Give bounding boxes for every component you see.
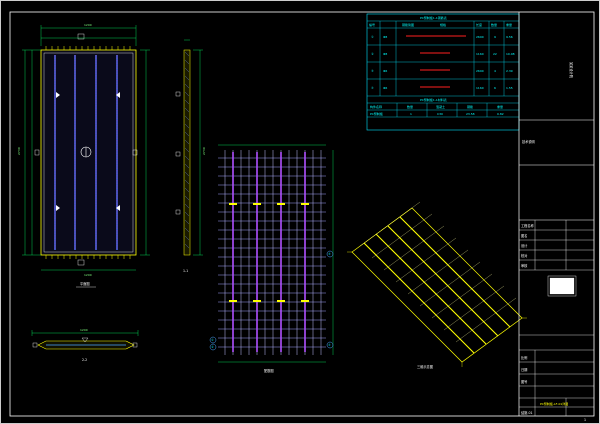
title-block-project-label: 工程名称 [521, 223, 535, 228]
plan-dim-left: 2730 [17, 147, 21, 155]
table-row-1-wt: 9.56 [506, 35, 513, 39]
table-row-1-id: ① [371, 35, 374, 39]
table-row-1-spec: Φ8 [383, 35, 387, 39]
title-block-drawing-title: PC预制板-LF-01详图 [540, 401, 568, 406]
title-block-company: 某某设计院 [569, 62, 574, 79]
summary-title: PC预制板1-1材料表 [420, 97, 447, 102]
title-block-design-label: 设计 [521, 243, 528, 248]
table-row-4-len: 1160 [476, 86, 484, 90]
rebar-bubble-2: ② [211, 345, 214, 349]
table-row-2-spec: Φ8 [383, 52, 387, 56]
table-row-4-id: ④ [371, 86, 374, 90]
summary-header-qty: 数量 [407, 104, 413, 109]
title-block: 某某设计院 技术说明 工程名称 图名 设计 校对 审核 比例 日期 图号 PC预… [518, 12, 594, 422]
table-row-4-qty: 6 [494, 86, 496, 90]
rebar-bubble-4: ④ [328, 343, 331, 347]
table-row-1-qty: 9 [494, 35, 496, 39]
table-row-3-len: 2690 [476, 69, 484, 73]
title-block-check-label: 校对 [521, 253, 528, 258]
summary-header-name: 构件名称 [370, 104, 382, 109]
summary-cell-weight: 0.82 [497, 112, 504, 116]
table-row-3-spec: Φ6 [383, 69, 387, 73]
table-row-3-id: ③ [371, 69, 374, 73]
table-header-wt: 重量 [506, 22, 512, 27]
end-section: 1200 2-2 [31, 328, 139, 362]
title-block-note-heading: 技术说明 [522, 139, 535, 144]
table-row-2-id: ② [371, 52, 374, 56]
end-section-caption: 2-2 [82, 358, 87, 362]
title-block-scale-label: 比例 [521, 355, 527, 360]
plan-dim-top: 1200 [84, 23, 92, 27]
summary-header-concrete: 混凝土 [436, 104, 445, 109]
table-row-3-qty: 4 [494, 69, 496, 73]
summary-cell-name: PC预制板 [370, 111, 383, 116]
title-block-drawing-label: 图名 [521, 233, 527, 238]
summary-cell-qty: 1 [410, 112, 412, 116]
summary-header-rebar: 钢筋 [467, 104, 473, 109]
table-header-len: 长度 [476, 22, 482, 27]
iso-view-caption: 三维示意图 [417, 364, 433, 369]
end-section-dim: 1200 [80, 328, 88, 332]
table-row-4-wt: 1.55 [506, 86, 513, 90]
table-row-3-wt: 2.39 [506, 69, 513, 73]
side-view-caption: 1-1 [183, 269, 188, 273]
table-row-1-len: 2690 [476, 35, 484, 39]
summary-cell-concrete: C30 [437, 112, 443, 116]
table-row-2-wt: 10.08 [506, 52, 515, 56]
plan-dim-bottom: 1200 [84, 273, 92, 277]
rebar-bubble-3: ③ [328, 252, 331, 256]
rebar-bubble-1: ① [211, 338, 214, 342]
title-block-page: 1 [584, 418, 586, 422]
rebar-plan-caption: 配筋图 [264, 368, 274, 373]
title-block-date-label: 日期 [521, 367, 527, 372]
title-block-approve-label: 审核 [521, 263, 528, 268]
summary-cell-rebar: 23.58 [466, 112, 475, 116]
table-row-2-len: 1160 [476, 52, 484, 56]
table-header-spec: 规格 [440, 22, 446, 27]
table-header-shape: 钢筋简图 [402, 22, 414, 27]
table-title: PC预制板1-1钢筋表 [420, 15, 447, 20]
side-view: 2730 1-1 [175, 39, 206, 273]
table-row-2-qty: 22 [493, 52, 497, 56]
rebar-plan: ① ② ③ ④ 配筋图 [209, 144, 334, 373]
title-block-sheet-label: 图号 [521, 379, 527, 384]
cad-drawing-canvas[interactable]: 2730 1200 1200 平面图 2730 1-1 1200 2-2 ① ②… [0, 0, 600, 424]
title-block-logo [549, 277, 575, 295]
material-table: PC预制板1-1钢筋表 编号 钢筋简图 规格 长度 数量 重量 ① Φ8 269… [366, 13, 520, 131]
iso-view: 三维示意图 [347, 201, 527, 369]
plan-view: 2730 1200 1200 平面图 [17, 23, 150, 288]
title-block-sheet-number: 结施-01 [521, 410, 533, 415]
table-header-qty: 数量 [491, 22, 497, 27]
summary-header-weight: 重量 [497, 104, 503, 109]
table-row-4-spec: Φ6 [383, 86, 387, 90]
plan-view-caption: 平面图 [80, 282, 90, 286]
side-dim-right: 2730 [202, 147, 206, 155]
table-header-id: 编号 [369, 22, 375, 27]
